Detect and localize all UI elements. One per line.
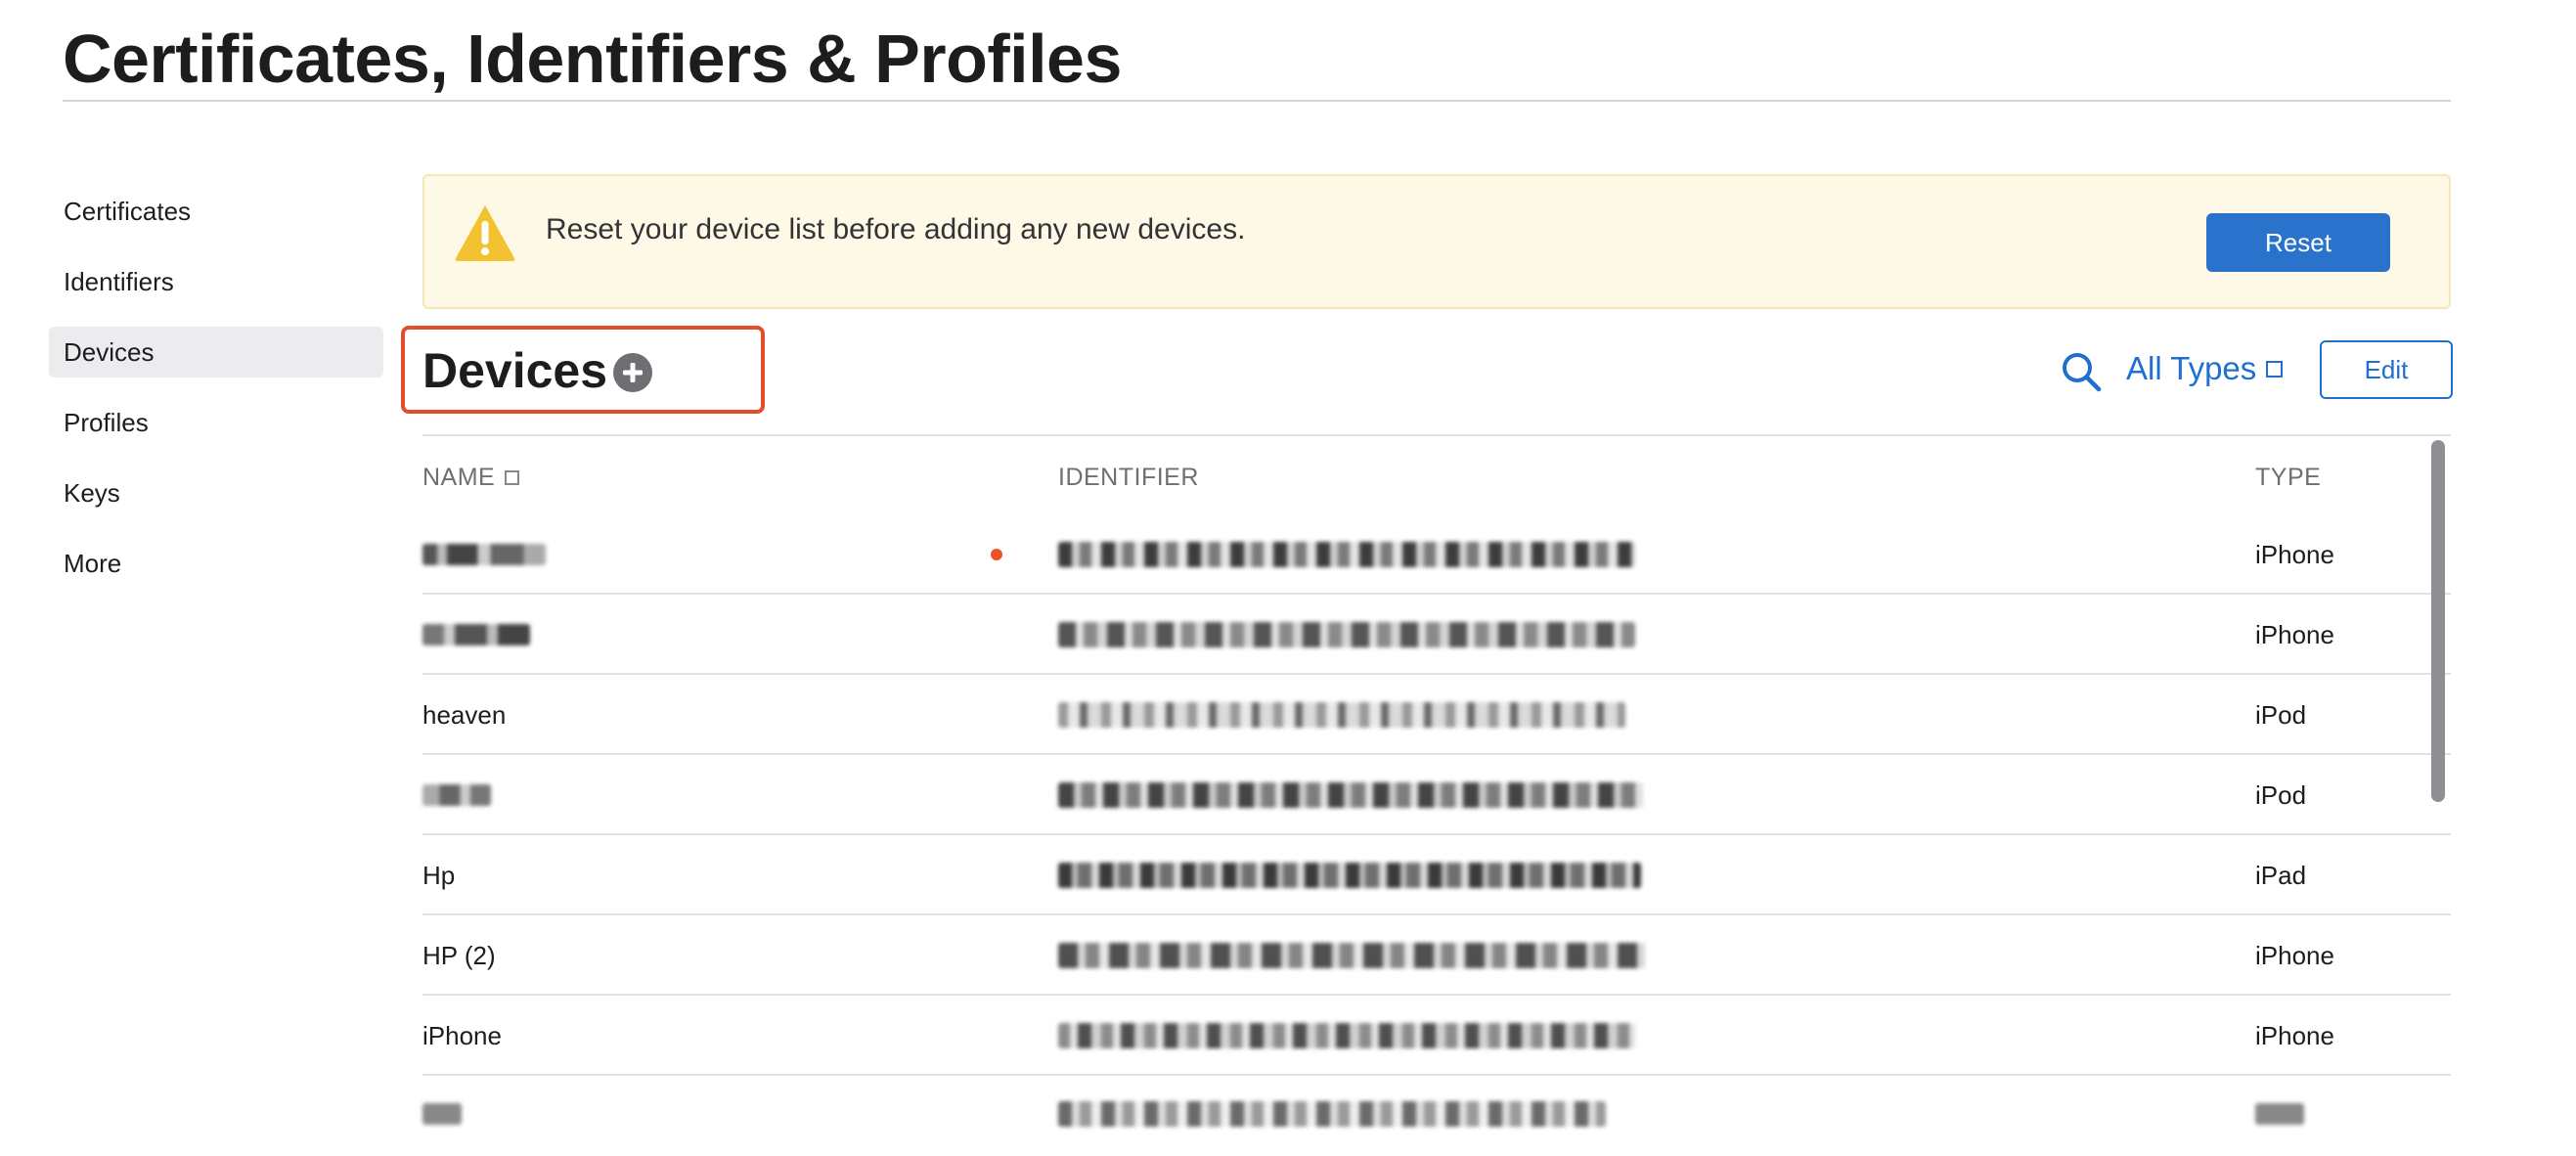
device-type: iPhone bbox=[2255, 1021, 2334, 1050]
table-row[interactable]: iPhone bbox=[422, 514, 2451, 595]
device-name: HP (2) bbox=[422, 941, 496, 970]
table-row[interactable]: Hp iPad bbox=[422, 835, 2451, 915]
device-type: iPhone bbox=[2255, 540, 2334, 569]
redacted-name bbox=[422, 544, 546, 565]
device-type: iPad bbox=[2255, 861, 2307, 890]
device-name: heaven bbox=[422, 700, 507, 730]
title-divider bbox=[63, 100, 2451, 102]
redacted-name bbox=[422, 1103, 462, 1125]
device-type: iPod bbox=[2255, 700, 2307, 730]
banner-message: Reset your device list before adding any… bbox=[546, 213, 1246, 245]
redacted-identifier bbox=[1058, 863, 1641, 888]
sidebar-item-identifiers[interactable]: Identifiers bbox=[49, 256, 383, 307]
sidebar-item-devices[interactable]: Devices bbox=[49, 327, 383, 378]
redacted-type bbox=[2255, 1103, 2304, 1125]
redacted-identifier bbox=[1058, 542, 1635, 567]
redacted-identifier bbox=[1058, 782, 1643, 808]
chevron-down-icon bbox=[2266, 361, 2284, 378]
redacted-identifier bbox=[1058, 1023, 1635, 1048]
column-header-identifier: IDENTIFIER bbox=[1058, 464, 1199, 491]
redacted-identifier bbox=[1058, 943, 1645, 968]
device-type: iPhone bbox=[2255, 620, 2334, 649]
table-row[interactable]: iPhone bbox=[422, 595, 2451, 675]
edit-button[interactable]: Edit bbox=[2320, 340, 2453, 399]
reset-warning-banner: Reset your device list before adding any… bbox=[422, 174, 2451, 309]
table-scrollbar[interactable] bbox=[2431, 440, 2445, 802]
table-row[interactable]: heaven iPod bbox=[422, 675, 2451, 755]
device-type: iPod bbox=[2255, 780, 2307, 810]
table-row[interactable]: HP (2) iPhone bbox=[422, 915, 2451, 996]
redacted-name bbox=[422, 784, 491, 806]
redacted-identifier bbox=[1058, 1101, 1606, 1127]
table-row[interactable]: iPod bbox=[422, 755, 2451, 835]
table-row[interactable] bbox=[422, 1076, 2451, 1156]
table-top-divider bbox=[422, 434, 2451, 436]
highlight-annotation bbox=[401, 326, 765, 414]
warning-icon bbox=[455, 205, 515, 261]
redacted-identifier bbox=[1058, 622, 1635, 647]
device-name: Hp bbox=[422, 861, 456, 890]
device-type: iPhone bbox=[2255, 941, 2334, 970]
type-filter-dropdown[interactable]: All Types bbox=[2126, 350, 2284, 387]
sidebar-item-certificates[interactable]: Certificates bbox=[49, 186, 383, 237]
device-name: iPhone bbox=[422, 1021, 502, 1050]
column-header-type: TYPE bbox=[2255, 464, 2322, 491]
table-row[interactable]: iPhone iPhone bbox=[422, 996, 2451, 1076]
column-header-name[interactable]: NAME bbox=[422, 464, 520, 492]
type-filter-label: All Types bbox=[2126, 350, 2257, 386]
column-header-name-label: NAME bbox=[422, 464, 496, 491]
new-device-dot bbox=[991, 549, 1002, 560]
sidebar-item-profiles[interactable]: Profiles bbox=[49, 397, 383, 448]
page-title: Certificates, Identifiers & Profiles bbox=[63, 21, 1122, 97]
redacted-identifier bbox=[1058, 702, 1625, 728]
sidebar-item-more[interactable]: More bbox=[49, 538, 383, 589]
reset-button[interactable]: Reset bbox=[2206, 213, 2390, 272]
search-icon[interactable] bbox=[2060, 350, 2103, 393]
sidebar-item-keys[interactable]: Keys bbox=[49, 467, 383, 518]
sort-icon bbox=[505, 470, 520, 485]
redacted-name bbox=[422, 624, 530, 645]
